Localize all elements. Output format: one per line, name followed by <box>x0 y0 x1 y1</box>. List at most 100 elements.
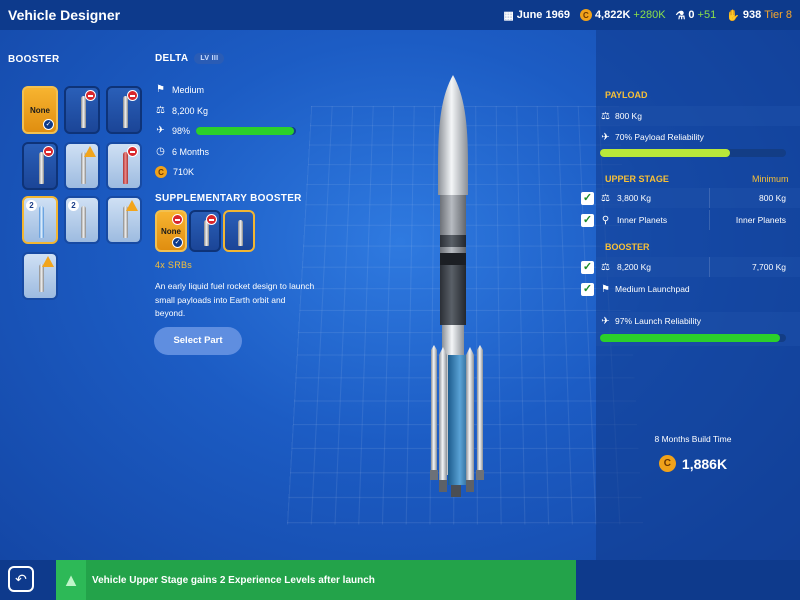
booster-mass-min: 7,700 Kg <box>751 262 786 272</box>
weight-icon: ⚖ <box>601 261 610 273</box>
reliability-bar <box>196 126 297 135</box>
rocket-part-icon <box>39 206 44 238</box>
srb-front-right <box>466 347 474 480</box>
cost-value: 710K <box>173 167 195 177</box>
rocket-part-icon <box>81 96 86 128</box>
select-part-button[interactable]: Select Part <box>154 327 242 355</box>
supplementary-title: SUPPLEMENTARY BOOSTER <box>155 193 302 204</box>
check-icon: ✓ <box>43 119 54 130</box>
rocket-part-icon <box>123 96 128 128</box>
booster-section-title: BOOSTER <box>8 54 60 65</box>
booster-tile-6[interactable] <box>106 142 142 190</box>
upper-destination-row: ⚲ Inner Planets Inner Planets <box>596 210 800 230</box>
upper-mass-check[interactable]: ✓ <box>581 192 594 205</box>
upper-destination-value: Inner Planets <box>617 215 668 225</box>
weight-icon: ⚖ <box>601 110 610 122</box>
locked-icon <box>85 90 96 101</box>
calendar-icon: ▦ <box>503 9 514 22</box>
payload-mass: 800 Kg <box>615 111 642 121</box>
booster-mass-check[interactable]: ✓ <box>581 261 594 274</box>
upper-mass-cell: ⚖ 3,800 Kg <box>600 188 710 208</box>
payload-reliability-bar <box>600 149 786 157</box>
rocket-part-icon <box>39 152 44 184</box>
upper-destination-cell: ⚲ Inner Planets <box>600 210 710 230</box>
reliability-icon: ✈ <box>601 316 610 327</box>
date-value: June 1969 <box>516 9 570 21</box>
booster-tile-5[interactable] <box>64 142 100 190</box>
srb-front-left <box>439 347 447 480</box>
booster-req-title: BOOSTER <box>605 242 650 252</box>
supp-tile-none[interactable]: None ✓ <box>155 210 187 252</box>
count-badge: 2 <box>26 200 37 211</box>
nozzle <box>451 485 461 497</box>
experience-notice: ▲ Vehicle Upper Stage gains 2 Experience… <box>56 560 576 600</box>
rocket-part-icon <box>81 206 86 238</box>
upper-mass-value: 3,800 Kg <box>617 193 652 203</box>
locked-icon <box>127 146 138 157</box>
upper-destination-min: Inner Planets <box>735 215 786 225</box>
total-build-cost: C 1,886K <box>600 455 786 472</box>
weight-icon: ⚖ <box>156 105 165 116</box>
warning-icon <box>42 256 54 267</box>
nozzle <box>466 480 474 492</box>
pad-value: Medium <box>172 84 205 95</box>
booster-tile-8[interactable]: 2 <box>64 196 100 244</box>
launch-reliability-bar <box>600 334 786 342</box>
date-stat: ▦ June 1969 <box>503 9 570 22</box>
fairing <box>438 75 468 165</box>
weight-icon: ⚖ <box>601 192 610 204</box>
fairing-base <box>438 165 468 195</box>
booster-tile-none[interactable]: None ✓ <box>22 86 58 134</box>
mass-value: 8,200 Kg <box>172 105 209 116</box>
clock-icon: ◷ <box>156 146 165 157</box>
tier-value: Tier 8 <box>764 9 792 21</box>
srb-right <box>477 345 483 470</box>
build-cost-value: 1,886K <box>681 455 728 472</box>
rocket-part-icon <box>123 152 128 184</box>
flask-icon: ⚗ <box>675 9 686 22</box>
interstage-band <box>440 235 466 247</box>
booster-tile-7-selected[interactable]: 2 <box>22 196 58 244</box>
reputation-icon: ✋ <box>726 9 740 22</box>
nozzle <box>439 480 447 492</box>
booster-tile-4[interactable] <box>22 142 58 190</box>
booster-tile-10[interactable] <box>22 252 58 300</box>
pad-row: ⚑ Medium <box>155 84 204 95</box>
reliability-value: 98% <box>172 125 191 136</box>
booster-tile-3[interactable] <box>106 86 142 134</box>
supp-tile-srb-selected[interactable] <box>223 210 255 252</box>
back-button[interactable]: ↶ <box>8 566 34 592</box>
nozzle <box>476 470 484 480</box>
booster-tile-9[interactable] <box>106 196 142 244</box>
booster-pad-check[interactable]: ✓ <box>581 283 594 296</box>
supp-none-label: None <box>161 227 181 236</box>
reliability-icon: ✈ <box>156 125 165 136</box>
funds-value: 4,822K <box>594 9 631 21</box>
launch-reliability: 97% Launch Reliability <box>615 316 701 326</box>
level-up-arrow-icon: ▲ <box>56 560 86 600</box>
coin-icon: C <box>579 9 592 21</box>
reliability-icon: ✈ <box>601 131 610 143</box>
funds-stat: C 4,822K +280K <box>579 9 666 21</box>
top-bar: Vehicle Designer ▦ June 1969 C 4,822K +2… <box>0 0 800 30</box>
resource-stats: ▦ June 1969 C 4,822K +280K ⚗ 0 +51 ✋ 938… <box>503 9 800 22</box>
science-delta: +51 <box>697 9 717 21</box>
payload-reliability-fill <box>600 149 731 157</box>
upper-destination-check[interactable]: ✓ <box>581 214 594 227</box>
launchpad-icon: ⚑ <box>156 84 165 95</box>
upper-stage-title: UPPER STAGE <box>605 174 669 184</box>
supp-tile-2[interactable] <box>189 210 221 252</box>
payload-mass-row: ⚖ 800 Kg <box>596 106 800 126</box>
rocket-part-icon <box>39 264 44 292</box>
core-dark-section <box>440 265 466 325</box>
rocket-preview <box>430 75 484 497</box>
coin-icon: C <box>658 455 676 472</box>
locked-icon <box>206 214 217 225</box>
check-icon: ✓ <box>172 237 183 248</box>
payload-reliability-row: ✈ 70% Payload Reliability <box>596 127 800 147</box>
build-time-value: 6 Months <box>172 146 210 157</box>
booster-tile-2[interactable] <box>64 86 100 134</box>
locked-icon <box>43 146 54 157</box>
rocket-part-icon <box>238 220 243 246</box>
reputation-value: 938 <box>742 9 762 21</box>
